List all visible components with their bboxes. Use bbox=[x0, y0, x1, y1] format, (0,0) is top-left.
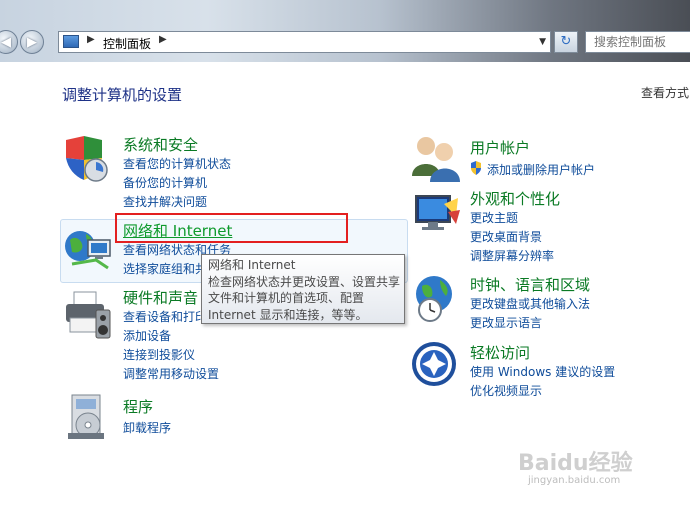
arrow-right-icon: ▶ bbox=[27, 34, 37, 50]
link-view-computer-status[interactable]: 查看您的计算机状态 bbox=[123, 155, 231, 172]
tooltip-line: 网络和 Internet bbox=[208, 258, 296, 272]
category-programs[interactable]: 程序 bbox=[123, 396, 153, 417]
link-add-remove-accounts[interactable]: 添加或删除用户帐户 bbox=[487, 161, 595, 178]
link-backup-computer[interactable]: 备份您的计算机 bbox=[123, 174, 207, 191]
forward-button[interactable]: ▶ bbox=[20, 30, 44, 54]
tooltip-line: 检查网络状态并更改设置、设置共享 bbox=[208, 274, 401, 289]
tooltip-line: Internet 显示和连接，等等。 bbox=[208, 307, 368, 322]
back-button[interactable]: ◀ bbox=[0, 30, 18, 54]
link-change-theme[interactable]: 更改主题 bbox=[470, 209, 518, 226]
link-connect-projector[interactable]: 连接到投影仪 bbox=[123, 346, 195, 363]
view-by-label[interactable]: 查看方式 bbox=[641, 84, 689, 101]
link-change-display-language[interactable]: 更改显示语言 bbox=[470, 314, 542, 331]
annotation-highlight-box bbox=[115, 213, 348, 243]
link-windows-recommended[interactable]: 使用 Windows 建议的设置 bbox=[470, 363, 615, 380]
category-ease-of-access[interactable]: 轻松访问 bbox=[470, 342, 530, 363]
monitor-palette-icon[interactable] bbox=[410, 190, 462, 238]
tooltip-line: 文件和计算机的首选项、配置 bbox=[208, 291, 365, 305]
address-bar[interactable]: ▶ 控制面板 ▶ ▼ bbox=[58, 31, 551, 53]
link-troubleshoot[interactable]: 查找并解决问题 bbox=[123, 193, 207, 210]
network-tooltip: 网络和 Internet 检查网络状态并更改设置、设置共享 文件和计算机的首选项… bbox=[201, 254, 405, 324]
link-change-keyboard[interactable]: 更改键盘或其他输入法 bbox=[470, 295, 590, 312]
network-globe-icon[interactable] bbox=[62, 224, 114, 274]
ease-of-access-icon[interactable] bbox=[410, 340, 460, 390]
link-screen-resolution[interactable]: 调整屏幕分辨率 bbox=[470, 247, 554, 264]
watermark-logo-text: Baidu经验 bbox=[518, 451, 633, 476]
uac-shield-icon bbox=[471, 161, 481, 175]
category-hardware-sound[interactable]: 硬件和声音 bbox=[123, 287, 198, 308]
clock-globe-icon[interactable] bbox=[410, 272, 462, 324]
category-clock-language-region[interactable]: 时钟、语言和区域 bbox=[470, 274, 590, 295]
breadcrumb-control-panel[interactable]: 控制面板 bbox=[103, 35, 151, 52]
watermark-url: jingyan.baidu.com bbox=[528, 475, 621, 486]
category-system-security[interactable]: 系统和安全 bbox=[123, 134, 198, 155]
refresh-button[interactable]: ↻ bbox=[554, 31, 578, 53]
page-title: 调整计算机的设置 bbox=[62, 86, 183, 104]
link-optimize-display[interactable]: 优化视频显示 bbox=[470, 382, 542, 399]
link-add-device[interactable]: 添加设备 bbox=[123, 327, 171, 344]
category-appearance[interactable]: 外观和个性化 bbox=[470, 188, 560, 209]
breadcrumb-arrow-icon[interactable]: ▶ bbox=[159, 34, 167, 45]
control-panel-icon bbox=[63, 35, 79, 48]
baidu-watermark: Baidu经验 jingyan.baidu.com bbox=[518, 445, 633, 486]
window-toolbar: ◀ ▶ ▶ 控制面板 ▶ ▼ ↻ bbox=[0, 0, 690, 62]
chevron-down-icon[interactable]: ▼ bbox=[539, 37, 546, 47]
category-user-accounts[interactable]: 用户帐户 bbox=[470, 137, 530, 158]
shield-icon[interactable] bbox=[62, 134, 110, 184]
refresh-icon: ↻ bbox=[560, 34, 572, 49]
programs-icon[interactable] bbox=[62, 393, 110, 443]
search-input[interactable] bbox=[585, 31, 690, 53]
users-icon[interactable] bbox=[410, 134, 462, 182]
link-desktop-background[interactable]: 更改桌面背景 bbox=[470, 228, 542, 245]
printer-icon[interactable] bbox=[62, 290, 114, 340]
link-uninstall-program[interactable]: 卸载程序 bbox=[123, 419, 171, 436]
arrow-left-icon: ◀ bbox=[1, 34, 11, 50]
link-mobility-settings[interactable]: 调整常用移动设置 bbox=[123, 365, 219, 382]
breadcrumb-arrow-icon[interactable]: ▶ bbox=[87, 34, 95, 45]
